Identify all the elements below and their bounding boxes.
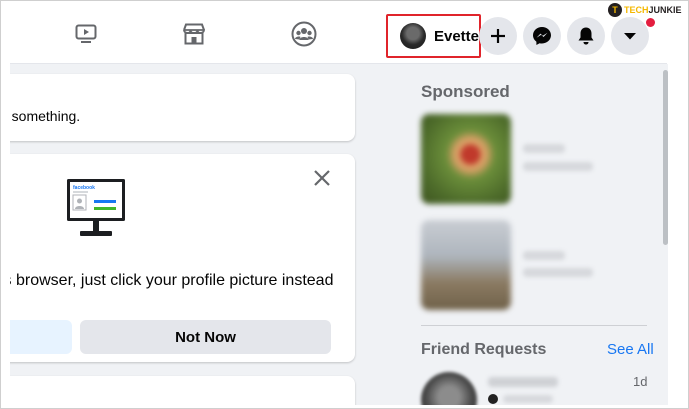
create-post-card[interactable]: e something. bbox=[10, 74, 355, 141]
mutual-friends-blurred bbox=[503, 395, 553, 403]
notifications-button[interactable] bbox=[567, 17, 605, 55]
ad-url-blurred bbox=[523, 162, 593, 171]
remember-password-button[interactable] bbox=[10, 320, 72, 354]
watermark-brand-a: TECH bbox=[624, 5, 649, 15]
mutual-friend-avatar bbox=[488, 394, 498, 404]
post-prompt-text: e something. bbox=[10, 108, 81, 124]
watermark-logo: T bbox=[608, 3, 622, 17]
create-button[interactable] bbox=[479, 17, 517, 55]
account-menu-caret-icon bbox=[624, 33, 636, 40]
watermark-brand-b: JUNKIE bbox=[648, 5, 682, 15]
next-feed-card bbox=[10, 376, 355, 405]
ad-image bbox=[421, 114, 511, 204]
top-navigation-bar: Evette bbox=[10, 2, 667, 64]
friend-request-name-blurred[interactable] bbox=[488, 377, 558, 387]
friend-request-time: 1d bbox=[633, 374, 648, 389]
profile-name: Evette bbox=[433, 27, 479, 45]
page-content: e something. facebook is browser, just c… bbox=[10, 64, 662, 405]
groups-icon[interactable] bbox=[290, 20, 318, 48]
notifications-bell-icon bbox=[578, 27, 594, 45]
sponsored-heading: Sponsored bbox=[421, 82, 510, 101]
messenger-icon bbox=[533, 27, 551, 45]
login-tip-message: is browser, just click your profile pict… bbox=[10, 272, 334, 289]
friend-requests-heading: Friend Requests bbox=[421, 341, 547, 358]
messenger-button[interactable] bbox=[523, 17, 561, 55]
profile-button[interactable]: Evette bbox=[386, 14, 481, 58]
login-tip-card: facebook is browser, just click your pro… bbox=[10, 154, 355, 362]
ad-image bbox=[421, 220, 511, 310]
close-icon[interactable] bbox=[312, 168, 332, 188]
ad-title-blurred bbox=[523, 144, 565, 153]
illustration-brand-text: facebook bbox=[73, 185, 95, 191]
sponsored-ad-2[interactable] bbox=[421, 220, 651, 310]
avatar bbox=[400, 23, 426, 49]
marketplace-icon[interactable] bbox=[180, 20, 208, 48]
plus-icon bbox=[491, 29, 505, 43]
divider bbox=[421, 325, 647, 326]
sponsored-ad-1[interactable] bbox=[421, 114, 651, 204]
scrollbar-thumb[interactable] bbox=[663, 70, 668, 245]
ad-title-blurred bbox=[523, 251, 565, 260]
account-menu-button[interactable] bbox=[611, 17, 649, 55]
ad-url-blurred bbox=[523, 268, 593, 277]
watch-icon[interactable] bbox=[72, 20, 100, 48]
not-now-button[interactable]: Not Now bbox=[80, 320, 331, 354]
techjunkie-watermark: T TECH JUNKIE bbox=[608, 2, 682, 18]
computer-illustration-icon: facebook bbox=[67, 179, 125, 236]
friend-request-avatar[interactable] bbox=[421, 372, 477, 405]
notification-dot bbox=[646, 18, 655, 27]
see-all-link[interactable]: See All bbox=[607, 341, 654, 358]
